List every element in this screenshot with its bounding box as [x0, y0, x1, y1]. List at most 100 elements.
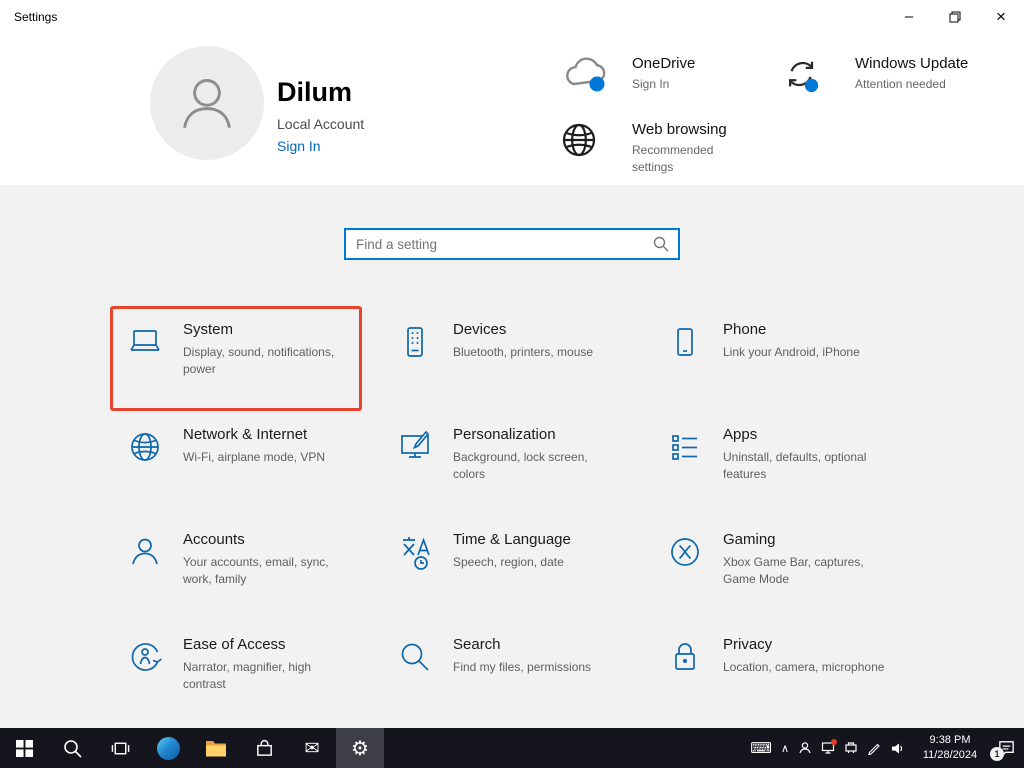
- people-tray-icon[interactable]: [798, 741, 812, 755]
- accounts-icon: [123, 532, 167, 572]
- edge-button[interactable]: [144, 728, 192, 768]
- taskbar-clock[interactable]: 9:38 PM 11/28/2024: [914, 733, 986, 763]
- category-subtitle: Narrator, magnifier, high contrast: [183, 659, 349, 694]
- search-area: [0, 185, 1024, 260]
- status-subtitle: Attention needed: [855, 76, 968, 93]
- gear-icon: ⚙: [351, 736, 369, 761]
- close-button[interactable]: ×: [978, 0, 1024, 33]
- category-subtitle: Find my files, permissions: [453, 659, 591, 676]
- phone-icon: [663, 322, 707, 362]
- restore-button[interactable]: [932, 0, 978, 33]
- search-magnifier-icon: [653, 236, 669, 252]
- taskbar: ✉ ⚙ ⌨ ∧: [0, 728, 1024, 768]
- category-personalization[interactable]: Personalization Background, lock screen,…: [380, 411, 632, 516]
- category-title: Search: [453, 636, 591, 653]
- file-explorer-icon: [205, 739, 227, 758]
- status-title: Windows Update: [855, 55, 968, 72]
- privacy-icon: [663, 637, 707, 677]
- user-silhouette-icon: [171, 67, 243, 139]
- touch-keyboard-icon[interactable]: ⌨: [750, 739, 772, 757]
- category-subtitle: Background, lock screen, colors: [453, 449, 619, 484]
- minimize-button[interactable]: –: [886, 0, 932, 33]
- taskbar-search-button[interactable]: [48, 728, 96, 768]
- category-subtitle: Uninstall, defaults, optional features: [723, 449, 889, 484]
- category-subtitle: Your accounts, email, sync, work, family: [183, 554, 349, 589]
- category-title: Phone: [723, 321, 860, 338]
- status-subtitle: Sign In: [632, 76, 695, 93]
- task-view-icon: [111, 739, 130, 758]
- store-button[interactable]: [240, 728, 288, 768]
- taskbar-time: 9:38 PM: [914, 733, 986, 748]
- file-explorer-button[interactable]: [192, 728, 240, 768]
- network-icon: [123, 427, 167, 467]
- category-ease-of-access[interactable]: Ease of Access Narrator, magnifier, high…: [110, 621, 362, 726]
- category-network[interactable]: Network & Internet Wi-Fi, airplane mode,…: [110, 411, 362, 516]
- category-subtitle: Bluetooth, printers, mouse: [453, 344, 593, 361]
- system-tray: ⌨ ∧: [750, 728, 1024, 768]
- windows-logo-icon: [16, 740, 33, 757]
- edge-icon: [157, 737, 180, 760]
- category-phone[interactable]: Phone Link your Android, iPhone: [650, 306, 902, 411]
- category-system[interactable]: System Display, sound, notifications, po…: [110, 306, 362, 411]
- category-title: Ease of Access: [183, 636, 349, 653]
- search-box: [344, 228, 680, 260]
- window-title: Settings: [0, 10, 886, 24]
- category-title: Gaming: [723, 531, 889, 548]
- category-gaming[interactable]: Gaming Xbox Game Bar, captures, Game Mod…: [650, 516, 902, 621]
- status-title: OneDrive: [632, 55, 695, 72]
- category-title: Accounts: [183, 531, 349, 548]
- category-subtitle: Display, sound, notifications, power: [183, 344, 349, 379]
- time-language-icon: [393, 532, 437, 572]
- gaming-icon: [663, 532, 707, 572]
- category-title: Privacy: [723, 636, 884, 653]
- taskbar-search-icon: [63, 739, 82, 758]
- ethernet-tray-icon[interactable]: [844, 741, 858, 755]
- web-browsing-status[interactable]: Web browsing Recommended settings: [560, 121, 727, 176]
- hidden-icons-chevron-icon[interactable]: ∧: [781, 742, 789, 755]
- titlebar: Settings – ×: [0, 0, 1024, 33]
- window-controls: – ×: [886, 0, 1024, 33]
- category-subtitle: Location, camera, microphone: [723, 659, 884, 676]
- status-subtitle: Recommended settings: [632, 142, 727, 176]
- avatar: [150, 46, 264, 160]
- apps-icon: [663, 427, 707, 467]
- user-name: Dilum: [277, 77, 364, 108]
- windows-update-status[interactable]: Windows Update Attention needed: [783, 55, 968, 95]
- onedrive-cloud-icon: [560, 55, 610, 93]
- search-input[interactable]: [346, 237, 653, 252]
- restore-icon: [949, 11, 961, 23]
- category-privacy[interactable]: Privacy Location, camera, microphone: [650, 621, 902, 726]
- mail-button[interactable]: ✉: [288, 728, 336, 768]
- category-title: Apps: [723, 426, 889, 443]
- task-view-button[interactable]: [96, 728, 144, 768]
- action-center-button[interactable]: 1: [997, 739, 1016, 758]
- user-block: Dilum Local Account Sign In: [277, 77, 364, 154]
- security-tray-icon[interactable]: [821, 741, 835, 755]
- category-devices[interactable]: Devices Bluetooth, printers, mouse: [380, 306, 632, 411]
- devices-icon: [393, 322, 437, 362]
- category-search[interactable]: Search Find my files, permissions: [380, 621, 632, 726]
- volume-icon[interactable]: [890, 741, 905, 756]
- settings-header: Dilum Local Account Sign In OneDrive Sig…: [0, 33, 1024, 185]
- store-icon: [255, 739, 274, 758]
- mail-icon: ✉: [304, 738, 319, 759]
- category-subtitle: Link your Android, iPhone: [723, 344, 860, 361]
- pen-tray-icon[interactable]: [867, 741, 881, 755]
- search-category-icon: [393, 637, 437, 677]
- category-subtitle: Speech, region, date: [453, 554, 571, 571]
- category-accounts[interactable]: Accounts Your accounts, email, sync, wor…: [110, 516, 362, 621]
- windows-update-icon: [783, 55, 833, 95]
- settings-taskbar-button[interactable]: ⚙: [336, 728, 384, 768]
- category-apps[interactable]: Apps Uninstall, defaults, optional featu…: [650, 411, 902, 516]
- onedrive-status[interactable]: OneDrive Sign In: [560, 55, 695, 93]
- category-title: Devices: [453, 321, 593, 338]
- taskbar-date: 11/28/2024: [914, 748, 986, 763]
- web-browsing-globe-icon: [560, 121, 610, 176]
- category-title: System: [183, 321, 349, 338]
- start-button[interactable]: [0, 728, 48, 768]
- ease-of-access-icon: [123, 637, 167, 677]
- notification-badge: 1: [990, 747, 1004, 761]
- category-grid: System Display, sound, notifications, po…: [110, 306, 1024, 726]
- sign-in-link[interactable]: Sign In: [277, 138, 364, 154]
- category-time-language[interactable]: Time & Language Speech, region, date: [380, 516, 632, 621]
